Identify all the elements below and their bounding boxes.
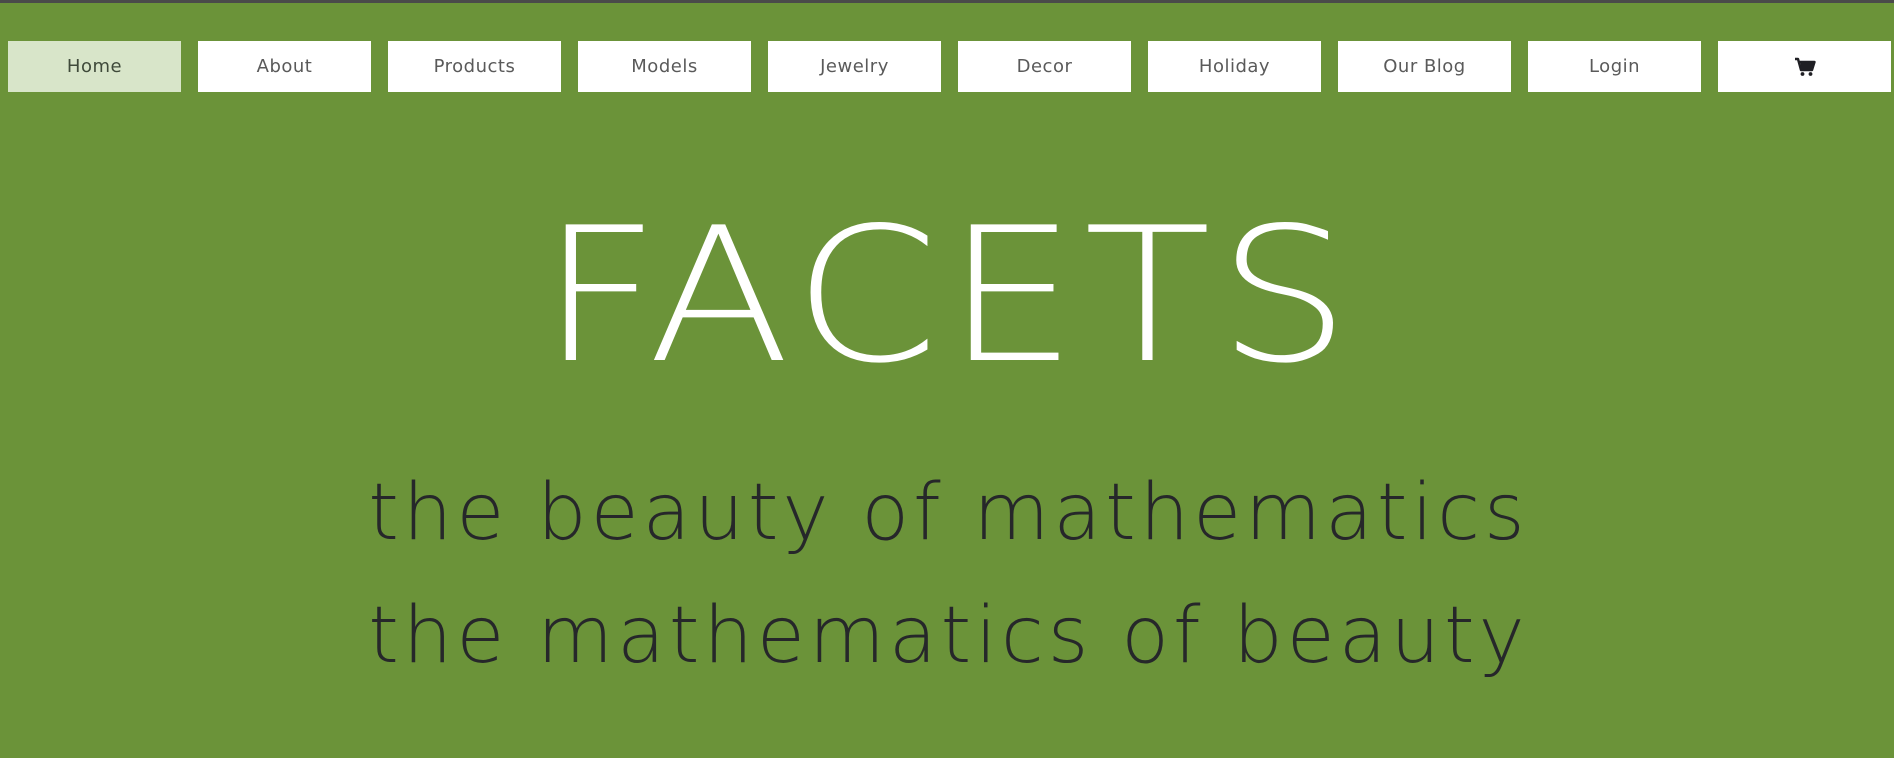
site-title: FACETS (540, 187, 1357, 404)
nav-item-holiday[interactable]: Holiday (1148, 41, 1321, 92)
tagline-2: the mathematics of beauty (368, 591, 1529, 681)
nav-item-our-blog[interactable]: Our Blog (1338, 41, 1511, 92)
top-border-line (0, 0, 1897, 3)
nav-item-models[interactable]: Models (578, 41, 751, 92)
main-nav: Home About Products Models Jewelry Decor… (8, 41, 1891, 92)
nav-item-products[interactable]: Products (388, 41, 561, 92)
cart-button[interactable] (1718, 41, 1891, 92)
nav-item-about[interactable]: About (198, 41, 371, 92)
tagline-1: the beauty of mathematics (368, 468, 1529, 558)
nav-item-jewelry[interactable]: Jewelry (768, 41, 941, 92)
nav-item-home[interactable]: Home (8, 41, 181, 92)
nav-item-login[interactable]: Login (1528, 41, 1701, 92)
nav-item-decor[interactable]: Decor (958, 41, 1131, 92)
shopping-cart-icon (1794, 57, 1816, 77)
